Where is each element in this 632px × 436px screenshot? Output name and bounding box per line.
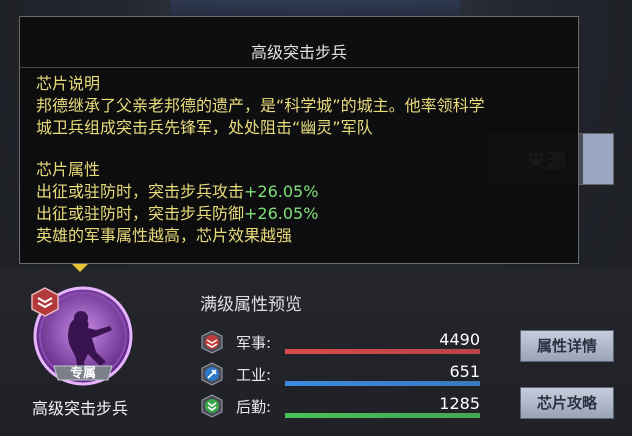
stat-row-military: 军事: 4490	[200, 330, 490, 358]
unit-name: 高级突击步兵	[31, 399, 128, 418]
attr-heading: 芯片属性	[36, 160, 101, 179]
desc-heading: 芯片说明	[36, 74, 101, 93]
logistics-value: 1285	[439, 394, 480, 413]
military-value: 4490	[439, 330, 480, 349]
logistics-bar-fill	[285, 413, 480, 418]
attr-2-text: 出征或驻防时，突击步兵防御	[36, 204, 245, 223]
tooltip-title: 高级突击步兵	[250, 43, 347, 62]
tooltip-divider	[20, 67, 578, 68]
military-bar	[285, 349, 480, 354]
industry-bar	[285, 381, 480, 386]
desc-line-1: 邦德继承了父亲老邦德的遗产，是“科学城”的城主。他率领科学	[36, 96, 485, 115]
attr-row-1: 出征或驻防时，突击步兵攻击+26.05%	[36, 181, 318, 203]
industry-label: 工业:	[236, 366, 272, 384]
logistics-icon	[201, 394, 223, 418]
chip-tooltip: 高级突击步兵 芯片说明 邦德继承了父亲老邦德的遗产，是“科学城”的城主。他率领科…	[19, 16, 579, 264]
chip-guide-button[interactable]: 芯片攻略	[520, 387, 614, 419]
logistics-bar	[285, 413, 480, 418]
tooltip-pointer-icon	[72, 264, 88, 272]
stat-row-logistics: 后勤: 1285	[200, 394, 490, 422]
attr-2-value: +26.05%	[244, 204, 319, 223]
military-icon	[201, 330, 223, 354]
military-label: 军事:	[236, 334, 272, 352]
attr-1-text: 出征或驻防时，突击步兵攻击	[36, 182, 245, 201]
stat-row-industry: 工业: 651	[200, 362, 490, 390]
industry-icon	[201, 362, 223, 386]
attribute-details-button[interactable]: 属性详情	[520, 330, 614, 362]
logistics-label: 后勤:	[236, 398, 272, 416]
industry-bar-fill	[285, 381, 480, 386]
exclusive-tag: 专属	[70, 365, 96, 381]
industry-value: 651	[449, 362, 480, 381]
military-bar-fill	[285, 349, 480, 354]
preview-title: 满级属性预览	[200, 295, 302, 315]
source-button-edge	[583, 134, 613, 184]
desc-line-2: 城卫兵组成突击兵先锋军，处处阻击“幽灵”军队	[36, 118, 373, 137]
attr-row-2: 出征或驻防时，突击步兵防御+26.05%	[36, 203, 318, 225]
rank-badge-icon	[31, 287, 59, 317]
attr-1-value: +26.05%	[244, 182, 319, 201]
attr-note: 英雄的军事属性越高，芯片效果越强	[36, 226, 293, 245]
